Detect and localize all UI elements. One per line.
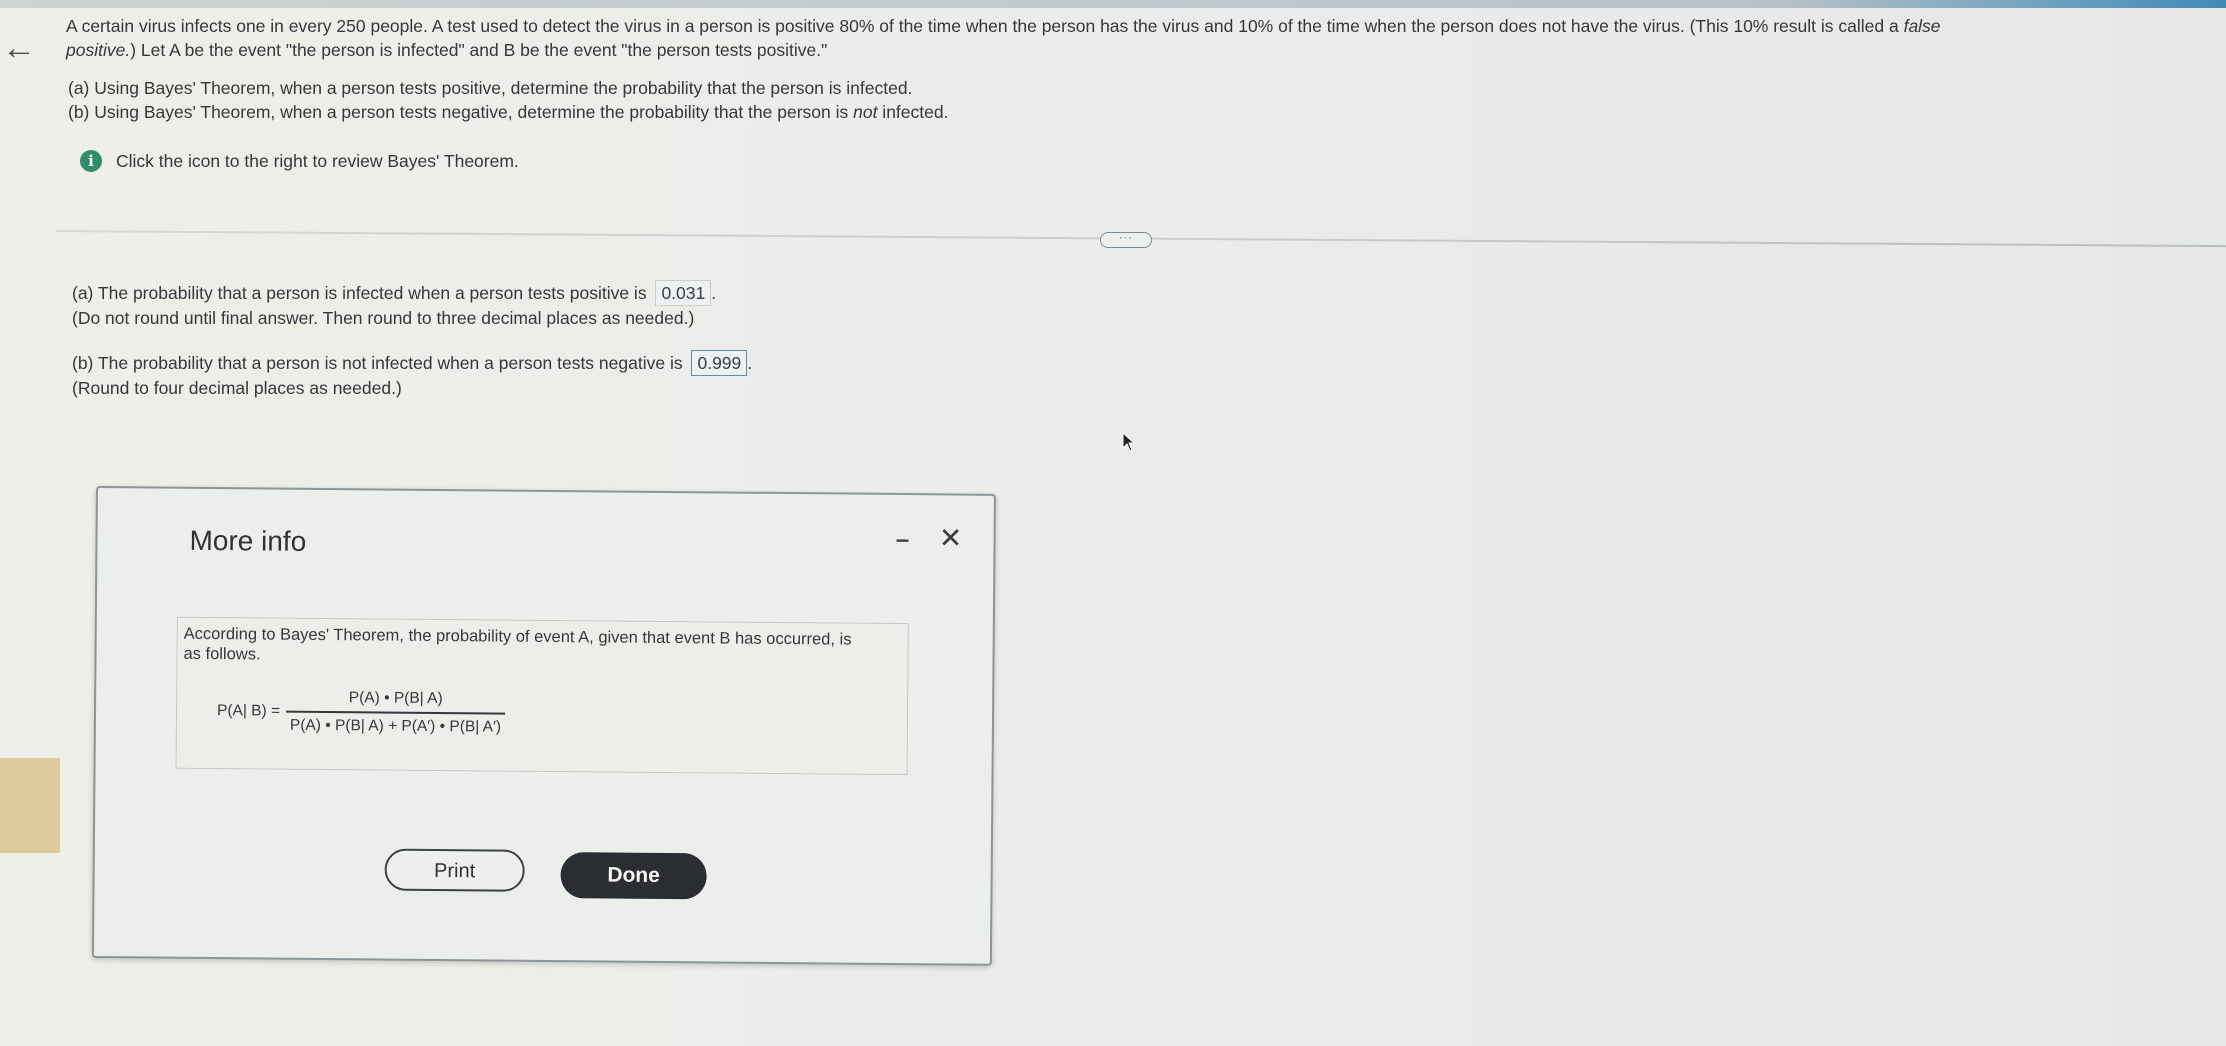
question-part-b: (b) Using Bayes' Theorem, when a person … [68, 102, 949, 122]
formula-fraction: P(A) • P(B| A) P(A) • P(B| A) + P(A′) • … [286, 689, 506, 736]
hint-row: i Click the icon to the right to review … [80, 150, 519, 172]
dialog-title: More info [189, 524, 307, 557]
answer-b-suffix: . [747, 353, 753, 373]
answer-b-row: (b) The probability that a person is not… [72, 350, 752, 376]
formula-denominator: P(A) • P(B| A) + P(A′) • P(B| A′) [289, 716, 502, 736]
theorem-box: According to Bayes' Theorem, the probabi… [175, 616, 909, 776]
side-tab[interactable] [0, 758, 60, 853]
answer-b-prompt: (b) The probability that a person is not… [72, 353, 683, 373]
back-arrow-icon[interactable]: ← [2, 30, 38, 66]
hint-text: Click the icon to the right to review Ba… [116, 150, 519, 171]
minimize-icon[interactable]: – [891, 526, 913, 553]
answer-section: (a) The probability that a person is inf… [72, 280, 752, 400]
mouse-cursor-icon [1122, 432, 1136, 452]
bayes-formula: P(A| B) = P(A) • P(B| A) P(A) • P(B| A) … [217, 688, 506, 736]
answer-a-field[interactable]: 0.031 [655, 280, 712, 306]
info-icon[interactable]: i [80, 150, 102, 172]
formula-lhs: P(A| B) = [216, 701, 281, 720]
more-info-dialog: More info – ✕ According to Bayes' Theore… [91, 486, 996, 966]
formula-numerator: P(A) • P(B| A) [348, 689, 443, 708]
theorem-text: According to Bayes' Theorem, the probabi… [183, 624, 852, 664]
answer-a-row: (a) The probability that a person is inf… [72, 280, 752, 306]
question-parts: (a) Using Bayes' Theorem, when a person … [66, 76, 2216, 124]
question-part-a: (a) Using Bayes' Theorem, when a person … [68, 78, 913, 98]
answer-b-note: (Round to four decimal places as needed.… [72, 378, 402, 398]
done-button[interactable]: Done [560, 852, 707, 900]
close-icon[interactable]: ✕ [937, 522, 963, 553]
question-line-1: A certain virus infects one in every 250… [66, 16, 1941, 36]
answer-b-field[interactable]: 0.999 [691, 350, 748, 376]
more-handle-icon[interactable]: ··· [1100, 232, 1152, 248]
print-button[interactable]: Print [384, 848, 525, 892]
answer-a-suffix: . [711, 283, 717, 303]
question-text: A certain virus infects one in every 250… [66, 14, 2216, 124]
question-line-2: positive.) Let A be the event "the perso… [66, 40, 828, 60]
answer-a-prompt: (a) The probability that a person is inf… [72, 283, 647, 303]
answer-a-note: (Do not round until final answer. Then r… [72, 308, 695, 328]
top-strip [0, 0, 2226, 8]
